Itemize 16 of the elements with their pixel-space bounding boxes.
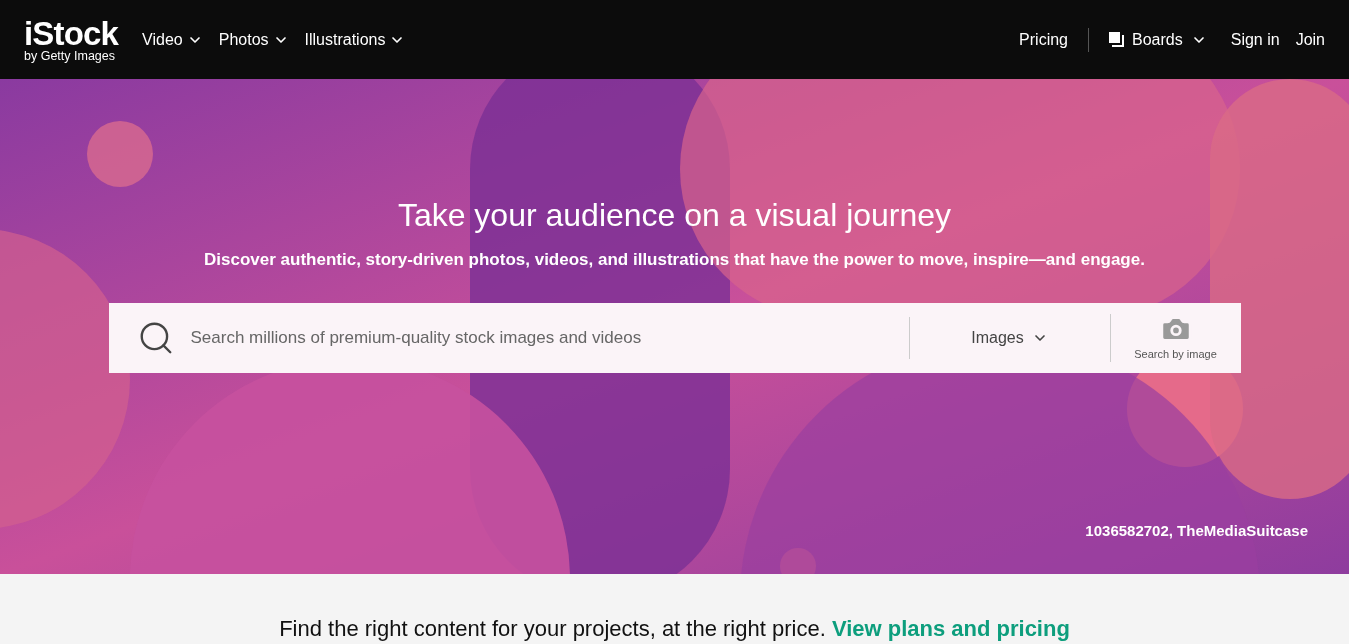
image-credit: 1036582702, TheMediaSuitcase [1085,520,1308,541]
boards-icon [1109,32,1124,47]
search-bar[interactable]: Search millions of premium-quality stock images and videos Images Search by image [108,302,1241,373]
media-type-dropdown[interactable]: Images [909,325,1110,350]
boards-menu[interactable]: Boards [1109,27,1207,52]
nav-menu[interactable]: Photos [218,27,289,52]
promo-text: Find the right content for your projects, at the right price. View plans and pricing [279,618,1070,640]
sign-in-link[interactable]: Sign in [1230,27,1280,52]
pricing-link[interactable]: Pricing [1019,27,1068,52]
join-link[interactable]: Join [1295,27,1325,52]
istock-logo[interactable]: iStock by Getty Images [24,16,119,63]
hero-title: Take your audience on a visual journey [397,196,952,235]
search-by-image-button[interactable]: Search by image [1110,312,1241,363]
nav-menu[interactable]: Illustrations [304,27,406,52]
hero-subtitle: Discover authentic, story-driven photos, videos, and illustrations that have the power to move, inspire—and engage. [204,249,1145,271]
nav-menu[interactable]: Video [142,27,203,52]
